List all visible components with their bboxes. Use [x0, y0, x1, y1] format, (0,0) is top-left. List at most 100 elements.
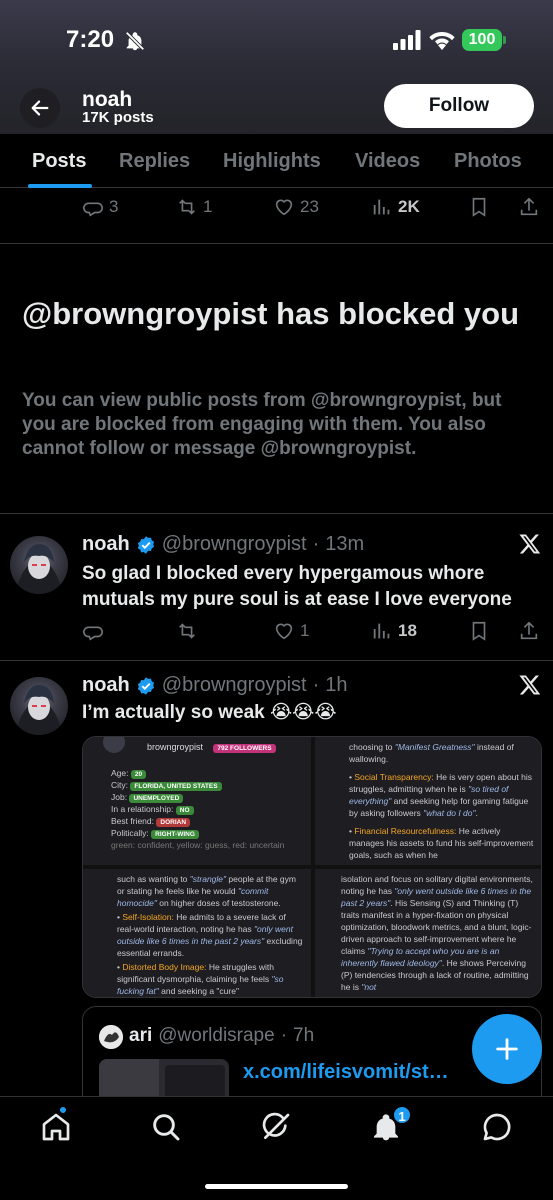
tweet-author-handle[interactable]: @browngroypist: [162, 674, 307, 697]
reply-button[interactable]: [82, 620, 104, 642]
reply-icon: [83, 202, 103, 217]
quote-link[interactable]: x.com/lifeisvomit/st…: [243, 1061, 449, 1084]
follow-button[interactable]: Follow: [384, 84, 534, 128]
p3-text: and seeking a "cure": [158, 986, 239, 996]
p3-line: on higher doses of testosterone.: [156, 898, 281, 908]
media-username: browngroypist: [147, 742, 204, 752]
repost-count: 1: [203, 197, 213, 216]
profile-header: 7:20 100 noah 17K posts Follow: [0, 0, 553, 134]
reply-count: 3: [109, 197, 119, 216]
like-icon: [275, 199, 293, 216]
media-image-4[interactable]: isolation and focus on solitary digital …: [315, 869, 541, 997]
like-count: 1: [300, 621, 310, 640]
home-icon[interactable]: [40, 1111, 72, 1143]
views-button[interactable]: 2K: [371, 196, 420, 218]
x-logo-icon[interactable]: [518, 673, 542, 697]
tweet-header: noah @browngroypist · 13m: [82, 533, 364, 556]
confidence-legend: green: confident, yellow: guess, red: un…: [111, 840, 285, 850]
views-count: 2K: [398, 197, 420, 216]
avatar-image: [16, 544, 62, 594]
age-pill: 20: [130, 770, 147, 779]
reply-button[interactable]: 3: [82, 196, 118, 218]
share-button[interactable]: [518, 620, 540, 642]
repost-button[interactable]: [176, 620, 198, 642]
p2-quote: "Manifest Greatness": [394, 742, 475, 752]
active-tab-indicator: [28, 184, 92, 188]
tweet-author-handle[interactable]: @browngroypist: [162, 533, 307, 556]
best-friend-pill: DORIAN: [156, 818, 191, 827]
tab-videos[interactable]: Videos: [355, 150, 420, 173]
quote-header: ari @worldisrape · 7h: [129, 1025, 314, 1047]
p2-quote: "what do I do": [423, 808, 476, 818]
views-icon: [373, 623, 390, 639]
tab-posts[interactable]: Posts: [32, 150, 86, 173]
verified-icon: [137, 676, 154, 695]
media-image-2[interactable]: choosing to "Manifest Greatness" instead…: [315, 737, 541, 865]
quote-timestamp[interactable]: 7h: [293, 1025, 314, 1047]
avatar-image: [16, 685, 62, 735]
tweet-header: noah @browngroypist · 1h: [82, 674, 348, 697]
search-icon[interactable]: [150, 1111, 182, 1143]
like-count: 23: [300, 197, 319, 216]
tweet-media-grid[interactable]: browngroypist 792 FOLLOWERS Age: 20 City…: [82, 736, 542, 998]
divider: [0, 513, 553, 514]
relationship-label: In a relationship:: [111, 804, 174, 814]
dot-separator: ·: [312, 674, 320, 696]
quote-author-name[interactable]: ari: [129, 1025, 152, 1047]
avatar[interactable]: [10, 677, 68, 735]
bookmark-button[interactable]: [468, 620, 490, 642]
reply-icon: [83, 626, 103, 641]
blocked-title: @browngroypist has blocked you: [22, 296, 520, 331]
views-count: 18: [398, 621, 417, 640]
share-icon: [520, 197, 538, 216]
share-button[interactable]: [518, 196, 540, 218]
media-image-1[interactable]: browngroypist 792 FOLLOWERS Age: 20 City…: [83, 737, 311, 865]
tweet-timestamp[interactable]: 1h: [325, 674, 347, 697]
best-friend-label: Best friend:: [111, 816, 154, 826]
tweet-author-name[interactable]: noah: [82, 533, 130, 556]
bell-off-icon: [125, 31, 145, 51]
media-image-3[interactable]: such as wanting to "strangle" people at …: [83, 869, 311, 997]
compose-button[interactable]: [472, 1014, 542, 1084]
like-button[interactable]: 23: [273, 196, 319, 218]
city-pill: FLORIDA, UNITED STATES: [130, 782, 222, 791]
media-avatar: [103, 737, 125, 753]
p4-quote: "not: [361, 982, 377, 992]
tweet-author-name[interactable]: noah: [82, 674, 130, 697]
quote-avatar[interactable]: [99, 1025, 123, 1049]
divider: [0, 660, 553, 661]
share-icon: [520, 621, 538, 640]
job-label: Job:: [111, 792, 128, 802]
repost-button[interactable]: 1: [176, 196, 212, 218]
back-arrow-icon: [31, 100, 49, 116]
grok-icon[interactable]: [260, 1111, 292, 1143]
p3-heading: Self-Isolation:: [122, 912, 174, 922]
relationship-pill: NO: [175, 806, 194, 815]
tab-replies[interactable]: Replies: [119, 150, 190, 173]
city-label: City:: [111, 780, 128, 790]
profile-tabs: Posts Replies Highlights Videos Photos: [0, 134, 553, 188]
messages-icon[interactable]: [481, 1111, 513, 1143]
tweet-timestamp[interactable]: 13m: [325, 533, 364, 556]
job-pill: UNEMPLOYED: [129, 794, 184, 803]
dot-separator: ·: [312, 533, 320, 555]
tweet-actions: 1 18: [0, 620, 553, 650]
like-icon: [275, 623, 293, 640]
bookmark-icon: [472, 197, 486, 217]
bookmark-button[interactable]: [468, 196, 490, 218]
avatar[interactable]: [10, 536, 68, 594]
x-logo-icon[interactable]: [518, 532, 542, 556]
age-label: Age:: [111, 768, 129, 778]
back-button[interactable]: [20, 88, 60, 128]
p3-heading: Distorted Body Image:: [122, 962, 207, 972]
followers-pill: 792 FOLLOWERS: [213, 744, 276, 753]
quote-author-handle[interactable]: @worldisrape: [158, 1025, 274, 1047]
tab-highlights[interactable]: Highlights: [223, 150, 321, 173]
p2-heading: Financial Resourcefulness:: [354, 826, 457, 836]
views-icon: [373, 199, 390, 215]
like-button[interactable]: 1: [273, 620, 309, 642]
wifi-icon: [429, 32, 455, 50]
tab-photos[interactable]: Photos: [454, 150, 522, 173]
views-button[interactable]: 18: [371, 620, 417, 642]
tweet-actions: 3 1 23 2K: [0, 196, 553, 226]
